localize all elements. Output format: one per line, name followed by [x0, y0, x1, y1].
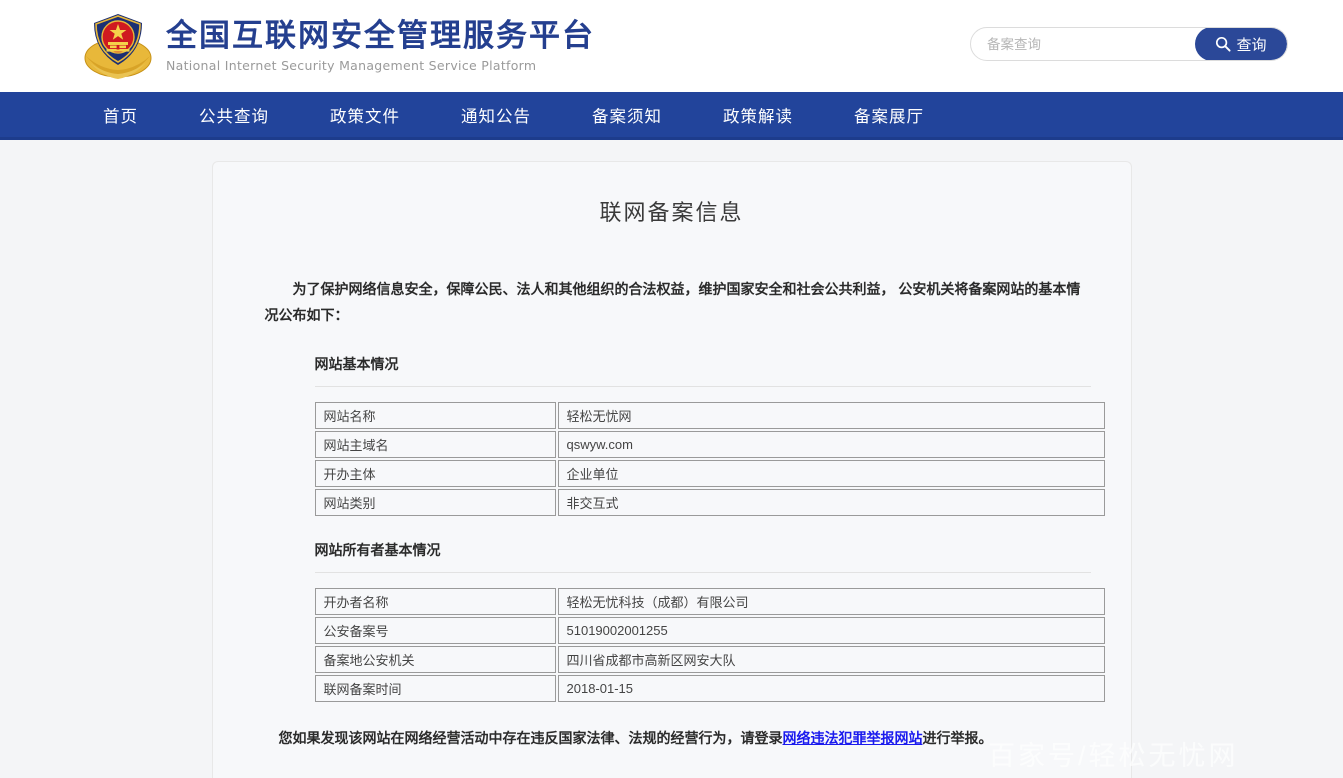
row-label: 开办者名称: [314, 588, 556, 615]
page-body: 联网备案信息 为了保护网络信息安全，保障公民、法人和其他组织的合法权益，维护国家…: [0, 140, 1343, 778]
row-label: 网站主域名: [314, 431, 556, 458]
row-value: 2018-01-15: [557, 675, 1105, 702]
brand-title-en: National Internet Security Management Se…: [166, 58, 537, 74]
search-icon: [1216, 36, 1232, 52]
table-row: 联网备案时间 2018-01-15: [314, 675, 1105, 702]
row-value: 轻松无忧网: [557, 402, 1105, 429]
section-owner-basics: 网站所有者基本情况 开办者名称 轻松无忧科技（成都）有限公司 公安备案号 510…: [253, 540, 1105, 704]
row-value: 非交互式: [557, 489, 1105, 516]
intro-paragraph: 为了保护网络信息安全，保障公民、法人和其他组织的合法权益，维护国家安全和社会公共…: [264, 281, 1081, 323]
site-header: 全国互联网安全管理服务平台 National Internet Security…: [0, 0, 1343, 92]
report-website-link[interactable]: 网络违法犯罪举报网站: [783, 730, 923, 746]
section-website-basics: 网站基本情况 网站名称 轻松无忧网 网站主域名 qswyw.com 开办主体 企…: [253, 354, 1105, 518]
search-button-label: 查询: [1236, 36, 1267, 54]
nav-item-policy-docs[interactable]: 政策文件: [330, 103, 400, 127]
police-badge-emblem-icon: [84, 11, 152, 81]
page-title: 联网备案信息: [599, 200, 744, 225]
nav-item-policy-interpretation[interactable]: 政策解读: [723, 103, 793, 127]
section-divider: [314, 572, 1091, 573]
row-value: qswyw.com: [557, 431, 1105, 458]
table-row: 开办主体 企业单位: [314, 460, 1105, 487]
table-row: 网站类别 非交互式: [314, 489, 1105, 516]
row-value: 四川省成都市高新区网安大队: [557, 646, 1105, 673]
row-label: 公安备案号: [314, 617, 556, 644]
table-row: 网站名称 轻松无忧网: [314, 402, 1105, 429]
main-navigation: 首页 公共查询 政策文件 通知公告 备案须知 政策解读 备案展厅: [0, 92, 1343, 140]
search-box[interactable]: 查询: [970, 27, 1288, 61]
table-row: 开办者名称 轻松无忧科技（成都）有限公司: [314, 588, 1105, 615]
nav-item-public-query[interactable]: 公共查询: [199, 103, 269, 127]
owner-basics-table: 开办者名称 轻松无忧科技（成都）有限公司 公安备案号 5101900200125…: [313, 586, 1107, 704]
row-value: 企业单位: [557, 460, 1105, 487]
report-notice-prefix: 您如果发现该网站在网络经营活动中存在违反国家法律、法规的经营行为，请登录: [278, 730, 783, 746]
search-submit-button[interactable]: 查询: [1195, 28, 1287, 60]
brand-block: 全国互联网安全管理服务平台 National Internet Security…: [84, 11, 595, 81]
nav-item-home[interactable]: 首页: [103, 103, 138, 127]
nav-item-filing-notice[interactable]: 备案须知: [592, 103, 662, 127]
table-row: 公安备案号 51019002001255: [314, 617, 1105, 644]
report-notice: 您如果发现该网站在网络经营活动中存在违反国家法律、法规的经营行为，请登录网络违法…: [279, 726, 1091, 750]
nav-item-announcements[interactable]: 通知公告: [461, 103, 531, 127]
row-label: 开办主体: [314, 460, 556, 487]
search-input[interactable]: [971, 28, 1195, 60]
brand-text: 全国互联网安全管理服务平台 National Internet Security…: [166, 17, 595, 74]
row-label: 联网备案时间: [314, 675, 556, 702]
nav-item-filing-hall[interactable]: 备案展厅: [854, 103, 924, 127]
row-value: 轻松无忧科技（成都）有限公司: [557, 588, 1105, 615]
section-heading: 网站所有者基本情况: [314, 542, 441, 558]
report-notice-suffix: 进行举报。: [922, 730, 993, 746]
section-heading: 网站基本情况: [314, 356, 399, 372]
row-value: 51019002001255: [557, 617, 1105, 644]
content-panel: 联网备案信息 为了保护网络信息安全，保障公民、法人和其他组织的合法权益，维护国家…: [211, 161, 1236, 778]
table-row: 网站主域名 qswyw.com: [314, 431, 1105, 458]
section-divider: [314, 386, 1091, 387]
brand-title-cn: 全国互联网安全管理服务平台: [166, 17, 595, 53]
row-label: 备案地公安机关: [314, 646, 556, 673]
row-label: 网站名称: [314, 402, 556, 429]
website-basics-table: 网站名称 轻松无忧网 网站主域名 qswyw.com 开办主体 企业单位 网站类…: [313, 400, 1107, 518]
table-row: 备案地公安机关 四川省成都市高新区网安大队: [314, 646, 1105, 673]
row-label: 网站类别: [314, 489, 556, 516]
